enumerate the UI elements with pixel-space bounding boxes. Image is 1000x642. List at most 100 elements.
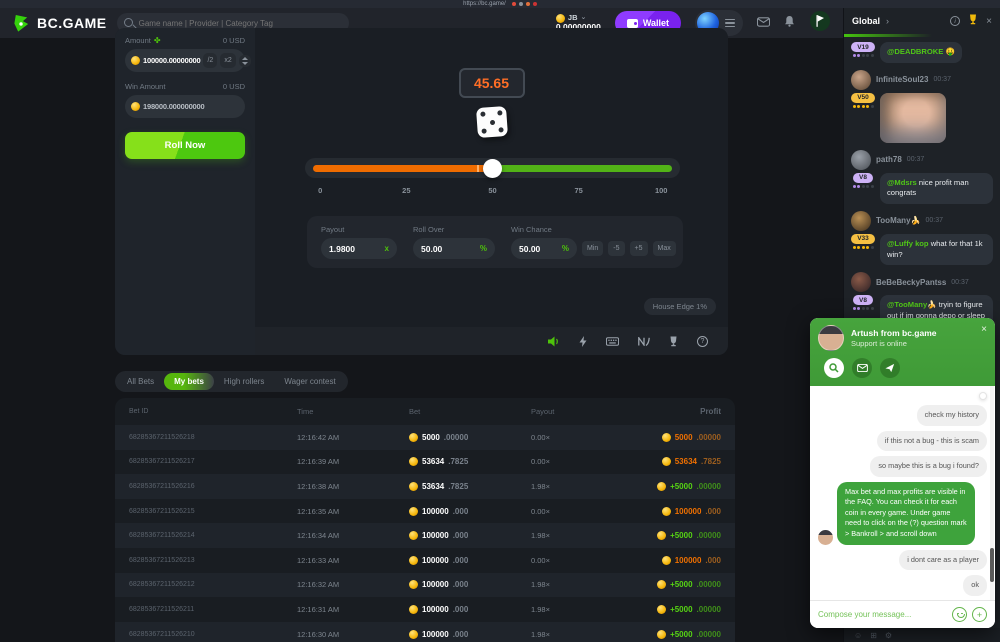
bet-row[interactable]: 6828536721152621512:16:35 AM100000.0000.… xyxy=(129,499,721,524)
sound-icon[interactable] xyxy=(548,336,560,347)
support-close-icon[interactable]: × xyxy=(981,324,987,335)
support-chat-popup: × Artush from bc.game Support is online xyxy=(810,318,995,628)
win-chance-input[interactable]: 50.00 % xyxy=(511,238,577,259)
chat-info-icon[interactable]: i xyxy=(950,16,960,26)
bc-game-page: https://bc.game/ BC.GAME JB ⌄ 0.00000000 xyxy=(0,0,1000,642)
tab-wager-contest[interactable]: Wager contest xyxy=(274,373,345,390)
support-send-icon[interactable] xyxy=(880,358,900,378)
chevron-right-icon[interactable]: › xyxy=(886,16,889,26)
notifications-bell-icon[interactable] xyxy=(784,14,795,32)
bet-row[interactable]: 6828536721152621012:16:30 AM100000.0001.… xyxy=(115,622,735,642)
support-scrollbar[interactable] xyxy=(990,386,994,600)
support-bubble: Max bet and max profits are visible in t… xyxy=(837,482,975,545)
chat-avatar[interactable] xyxy=(851,150,871,170)
support-compose-input[interactable] xyxy=(818,610,947,619)
bet-row[interactable]: 6828536721152621612:16:38 AM53634.78251.… xyxy=(115,474,735,499)
browser-extension-icons xyxy=(512,2,537,6)
chat-avatar[interactable] xyxy=(851,211,871,231)
slider-track[interactable] xyxy=(313,165,672,172)
turbo-icon[interactable] xyxy=(579,336,587,347)
stats-icon[interactable] xyxy=(638,337,650,346)
coin-icon xyxy=(131,56,140,65)
win-chance-label: Win Chance xyxy=(511,225,676,234)
coin-icon xyxy=(131,102,140,111)
bet-row[interactable]: 6828536721152621312:16:33 AM100000.0000.… xyxy=(129,548,721,573)
plus5-button[interactable]: +5 xyxy=(630,241,648,256)
help-icon[interactable]: ? xyxy=(697,336,708,347)
col-bet-id: Bet ID xyxy=(129,408,297,415)
browser-url: https://bc.game/ xyxy=(463,1,506,7)
logo-icon xyxy=(12,14,31,33)
bet-panel: Amount ✤ 0 USD 100000.00000000 /2 x2 Win… xyxy=(115,28,255,355)
support-conversation: check my history if this not a bug - this… xyxy=(810,386,995,600)
browser-url-bar[interactable]: https://bc.game/ xyxy=(0,0,1000,8)
win-amount-usd: 0 USD xyxy=(223,82,245,91)
hotkeys-icon[interactable] xyxy=(606,337,619,346)
max-button[interactable]: Max xyxy=(653,241,676,256)
wallet-label: Wallet xyxy=(643,18,669,28)
bet-row[interactable]: 6828536721152621812:16:42 AM5000.000000.… xyxy=(115,425,735,450)
support-bubble: so maybe this is a bug i found? xyxy=(870,456,987,477)
level-badge: V33 xyxy=(851,234,875,244)
attach-plus-icon[interactable]: + xyxy=(972,607,987,622)
tab-my-bets[interactable]: My bets xyxy=(164,373,214,390)
chat-channel[interactable]: Global xyxy=(852,16,880,26)
bet-row[interactable]: 6828536721152621112:16:31 AM100000.0001.… xyxy=(129,597,721,622)
half-bet-button[interactable]: /2 xyxy=(203,53,217,68)
support-search-icon[interactable] xyxy=(824,358,844,378)
payout-input[interactable]: 1.9800 x xyxy=(321,238,397,259)
double-bet-button[interactable]: x2 xyxy=(220,53,235,68)
chat-input-strip[interactable]: ☺⊞⚙ xyxy=(844,628,1000,642)
table-header: Bet ID Time Bet Payout Profit xyxy=(129,398,721,425)
win-amount-value: 198000.000000000 xyxy=(143,102,242,111)
support-email-icon[interactable] xyxy=(852,358,872,378)
minus5-button[interactable]: -5 xyxy=(608,241,624,256)
amount-input[interactable]: 100000.00000000 /2 x2 xyxy=(125,49,245,72)
support-message: check my history xyxy=(818,405,987,426)
win-amount-input[interactable]: 198000.000000000 xyxy=(125,95,245,118)
roll-over-input[interactable]: 50.00 % xyxy=(413,238,495,259)
tab-all-bets[interactable]: All Bets xyxy=(117,373,164,390)
roll-result: 45.65 xyxy=(459,68,525,98)
amount-stepper[interactable] xyxy=(239,55,251,67)
bc-game-logo[interactable]: BC.GAME xyxy=(12,14,107,33)
promotions-icon[interactable] xyxy=(809,10,831,37)
chat-message: TooMany🍌00:37V33@Luffy kop what for that… xyxy=(851,211,993,265)
win-amount-label: Win Amount xyxy=(125,82,165,91)
roll-slider[interactable] xyxy=(305,158,680,178)
support-header: × Artush from bc.game Support is online xyxy=(810,318,995,386)
tab-high-rollers[interactable]: High rollers xyxy=(214,373,274,390)
chat-close-icon[interactable]: × xyxy=(986,16,992,27)
dice-game-area: 45.65 0 25 50 75 100 Payout 1.9800 xyxy=(255,28,728,355)
win-chance-unit: % xyxy=(562,244,569,253)
support-bubble: if this not a bug - this is scam xyxy=(877,431,987,452)
min-button[interactable]: Min xyxy=(582,241,603,256)
chat-avatar[interactable] xyxy=(851,272,871,292)
chat-bubble: @DEADBROKE 🤑 xyxy=(880,42,962,63)
trophy-icon[interactable] xyxy=(669,336,678,347)
game-params: Payout 1.9800 x Roll Over 50.00 % Win Ch… xyxy=(307,216,683,268)
game-footer-toolbar: ? xyxy=(255,327,728,355)
chat-image[interactable] xyxy=(880,93,946,143)
payout-value: 1.9800 xyxy=(329,244,355,254)
bet-row[interactable]: 6828536721152621212:16:32 AM100000.0001.… xyxy=(115,573,735,598)
chat-bubble: @Mdsrs nice profit man congrats xyxy=(880,173,993,204)
bet-row[interactable]: 6828536721152621412:16:34 AM100000.0001.… xyxy=(115,523,735,548)
bet-row[interactable]: 6828536721152621712:16:39 AM53634.78250.… xyxy=(129,450,721,475)
house-edge-badge: House Edge 1% xyxy=(644,298,716,315)
logo-text: BC.GAME xyxy=(37,15,107,31)
support-bubble: i dont care as a player xyxy=(899,550,987,571)
roll-now-button[interactable]: Roll Now xyxy=(125,132,245,159)
chat-avatar[interactable] xyxy=(851,70,871,90)
chat-message: path7800:37V8@Mdsrs nice profit man cong… xyxy=(851,150,993,204)
support-message: ok xyxy=(818,575,987,596)
level-badge: V19 xyxy=(851,42,875,52)
slider-scale: 0 25 50 75 100 xyxy=(313,186,672,196)
tick-label: 25 xyxy=(402,186,410,195)
chat-trophy-icon[interactable] xyxy=(968,12,978,30)
emoji-icon[interactable] xyxy=(952,607,967,622)
chat-message: V19 @DEADBROKE 🤑 xyxy=(851,42,993,63)
messages-icon[interactable] xyxy=(757,14,770,32)
support-agent-name: Artush from bc.game xyxy=(851,328,937,338)
slider-handle[interactable] xyxy=(483,159,502,178)
